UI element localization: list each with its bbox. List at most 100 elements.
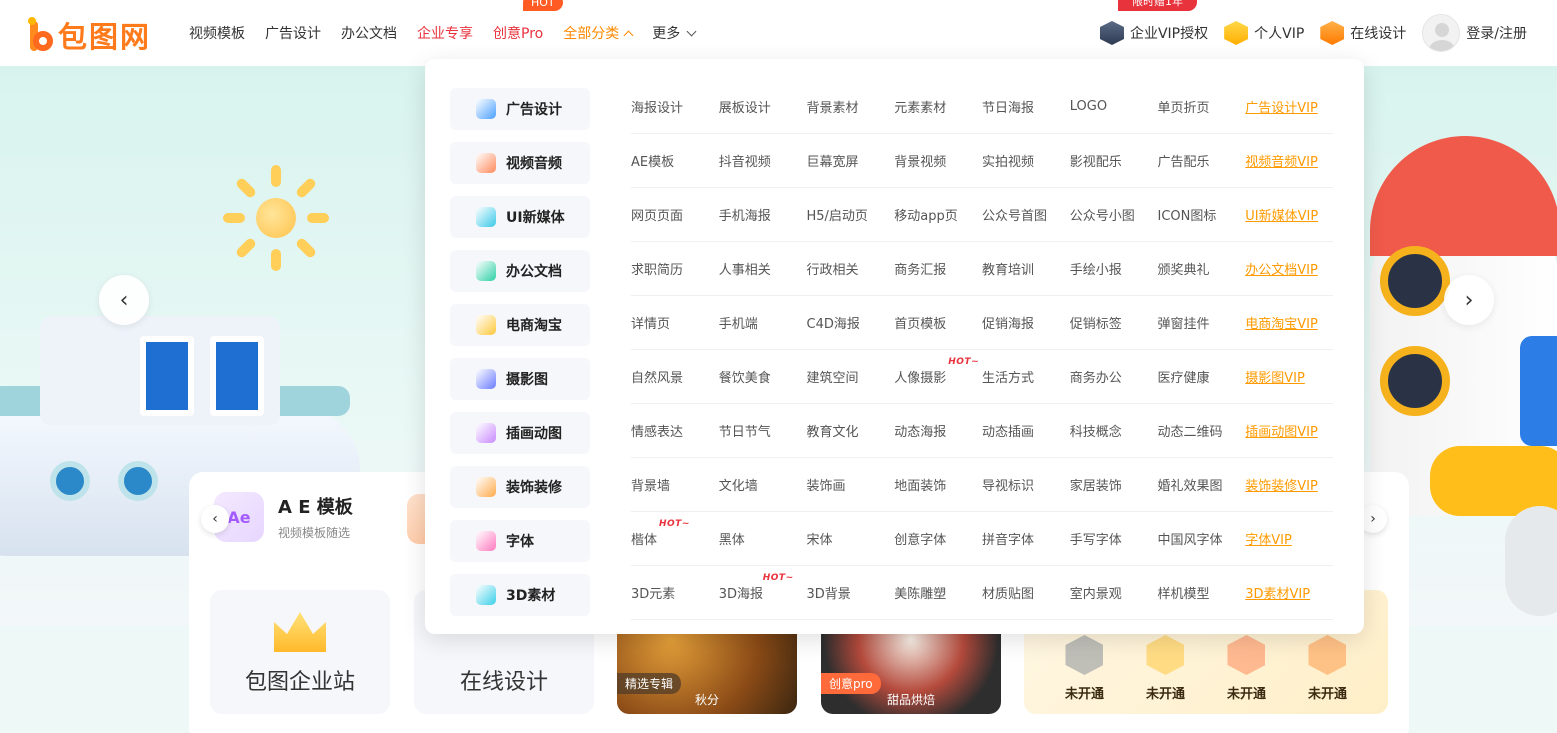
subcategory-link[interactable]: 促销标签: [1070, 313, 1158, 332]
subcategory-link[interactable]: 手机海报: [719, 205, 807, 224]
banner-next-button[interactable]: ›: [1444, 275, 1494, 325]
subcategory-link[interactable]: 促销海报: [982, 313, 1070, 332]
subcategory-link[interactable]: 详情页: [631, 313, 719, 332]
subcategory-link[interactable]: 创意字体: [894, 529, 982, 548]
subcategory-link[interactable]: 室内景观: [1070, 583, 1158, 602]
category-label[interactable]: UI新媒体: [450, 196, 590, 238]
login-link[interactable]: 登录/注册: [1422, 14, 1527, 52]
subcategory-link[interactable]: 生活方式: [982, 367, 1070, 386]
subcategory-link[interactable]: 行政相关: [807, 259, 895, 278]
subcategory-link[interactable]: 装饰画: [807, 475, 895, 494]
subcategory-link[interactable]: 中国风字体: [1158, 529, 1246, 548]
subcategory-link[interactable]: 背景素材: [807, 97, 895, 116]
nav-item[interactable]: 广告设计: [265, 23, 321, 43]
subcategory-link[interactable]: 餐饮美食: [719, 367, 807, 386]
subcategory-link[interactable]: 3D海报 HOT~: [719, 573, 807, 602]
category-vip-link[interactable]: 广告设计VIP: [1245, 97, 1333, 116]
subcategory-link[interactable]: 商务汇报: [894, 259, 982, 278]
nav-item[interactable]: 更多: [652, 23, 697, 43]
category-vip-link[interactable]: 字体VIP: [1245, 529, 1333, 548]
category-vip-link[interactable]: UI新媒体VIP: [1245, 205, 1333, 224]
subcategory-link[interactable]: 教育培训: [982, 259, 1070, 278]
subcategory-link[interactable]: 自然风景: [631, 367, 719, 386]
avatar[interactable]: [1422, 14, 1461, 52]
subcategory-link[interactable]: 拼音字体: [982, 529, 1070, 548]
subcategory-link[interactable]: 公众号小图: [1070, 205, 1158, 224]
category-vip-link[interactable]: 电商淘宝VIP: [1245, 313, 1333, 332]
nav-item[interactable]: 企业专享: [417, 23, 473, 43]
subcategory-link[interactable]: 人事相关: [719, 259, 807, 278]
category-label[interactable]: 装饰装修: [450, 466, 590, 508]
category-label[interactable]: 摄影图: [450, 358, 590, 400]
subcategory-link[interactable]: 元素素材: [894, 97, 982, 116]
category-vip-link[interactable]: 摄影图VIP: [1245, 367, 1333, 386]
subcategory-link[interactable]: 单页折页: [1158, 97, 1246, 116]
nav-item[interactable]: 全部分类: [563, 23, 634, 43]
subcategory-link[interactable]: 首页模板: [894, 313, 982, 332]
category-vip-link[interactable]: 插画动图VIP: [1245, 421, 1333, 440]
category-label[interactable]: 电商淘宝: [450, 304, 590, 346]
subcategory-link[interactable]: 弹窗挂件: [1158, 313, 1246, 332]
subcategory-link[interactable]: 背景墙: [631, 475, 719, 494]
subcategory-link[interactable]: 动态海报: [894, 421, 982, 440]
category-vip-link[interactable]: 装饰装修VIP: [1245, 475, 1333, 494]
subcategory-link[interactable]: 手写字体: [1070, 529, 1158, 548]
subcategory-link[interactable]: LOGO: [1070, 99, 1158, 114]
banner-prev-button[interactable]: ‹: [99, 275, 149, 325]
subcategory-link[interactable]: 建筑空间: [807, 367, 895, 386]
personal-vip-link[interactable]: 个人VIP: [1224, 21, 1304, 45]
category-label[interactable]: 插画动图: [450, 412, 590, 454]
subcategory-link[interactable]: 海报设计: [631, 97, 719, 116]
subcategory-link[interactable]: 广告配乐: [1158, 151, 1246, 170]
category-vip-link[interactable]: 视频音频VIP: [1245, 151, 1333, 170]
subcategory-link[interactable]: 样机模型: [1158, 583, 1246, 602]
enterprise-vip-link[interactable]: 限时赠1年 企业VIP授权: [1099, 0, 1208, 45]
category-vip-link[interactable]: 3D素材VIP: [1245, 583, 1333, 602]
nav-item[interactable]: 视频模板: [189, 23, 245, 43]
subcategory-link[interactable]: 展板设计: [719, 97, 807, 116]
subcategory-link[interactable]: 网页页面: [631, 205, 719, 224]
subcategory-link[interactable]: 公众号首图: [982, 205, 1070, 224]
subcategory-link[interactable]: 实拍视频: [982, 151, 1070, 170]
subcategory-link[interactable]: H5/启动页: [807, 205, 895, 224]
vip-status-item[interactable]: 未开通: [1308, 635, 1347, 702]
category-label[interactable]: 视频音频: [450, 142, 590, 184]
subcategory-link[interactable]: 美陈雕塑: [894, 583, 982, 602]
site-logo[interactable]: 包图网: [28, 14, 151, 56]
subcategory-link[interactable]: 婚礼效果图: [1158, 475, 1246, 494]
subcategory-link[interactable]: 导视标识: [982, 475, 1070, 494]
subcategory-link[interactable]: 情感表达: [631, 421, 719, 440]
strip-prev-button[interactable]: ‹: [201, 505, 229, 533]
enterprise-site-tile[interactable]: 包图企业站: [210, 590, 390, 714]
subcategory-link[interactable]: 求职简历: [631, 259, 719, 278]
category-label[interactable]: 3D素材: [450, 574, 590, 616]
subcategory-link[interactable]: 3D背景: [807, 583, 895, 602]
subcategory-link[interactable]: 手机端: [719, 313, 807, 332]
subcategory-link[interactable]: 教育文化: [807, 421, 895, 440]
subcategory-link[interactable]: 动态二维码: [1158, 421, 1246, 440]
subcategory-link[interactable]: 楷体 HOT~: [631, 519, 719, 548]
subcategory-link[interactable]: 商务办公: [1070, 367, 1158, 386]
vip-status-item[interactable]: 未开通: [1065, 635, 1104, 702]
subcategory-link[interactable]: 影视配乐: [1070, 151, 1158, 170]
subcategory-link[interactable]: C4D海报: [807, 313, 895, 332]
nav-item[interactable]: 办公文档: [341, 23, 397, 43]
nav-item[interactable]: 创意Pro HOT: [493, 0, 563, 43]
subcategory-link[interactable]: 3D元素: [631, 583, 719, 602]
subcategory-link[interactable]: 文化墙: [719, 475, 807, 494]
subcategory-link[interactable]: 颁奖典礼: [1158, 259, 1246, 278]
subcategory-link[interactable]: 动态插画: [982, 421, 1070, 440]
subcategory-link[interactable]: 手绘小报: [1070, 259, 1158, 278]
category-label[interactable]: 办公文档: [450, 250, 590, 292]
subcategory-link[interactable]: 节日海报: [982, 97, 1070, 116]
category-label[interactable]: 字体: [450, 520, 590, 562]
subcategory-link[interactable]: 地面装饰: [894, 475, 982, 494]
subcategory-link[interactable]: 材质贴图: [982, 583, 1070, 602]
subcategory-link[interactable]: 家居装饰: [1070, 475, 1158, 494]
subcategory-link[interactable]: 科技概念: [1070, 421, 1158, 440]
online-design-link[interactable]: 在线设计: [1320, 21, 1406, 45]
subcategory-link[interactable]: 人像摄影 HOT~: [894, 357, 982, 386]
vip-status-item[interactable]: 未开通: [1227, 635, 1266, 702]
subcategory-link[interactable]: 巨幕宽屏: [807, 151, 895, 170]
vip-status-item[interactable]: 未开通: [1146, 635, 1185, 702]
